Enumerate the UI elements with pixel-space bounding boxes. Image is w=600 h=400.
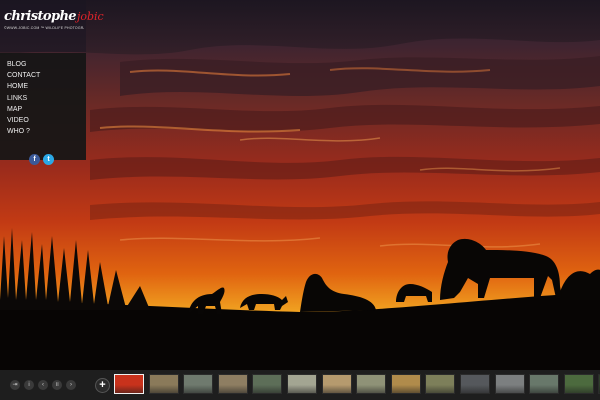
- bottom-bar: ⇥ i ‹ ॥ › +: [0, 370, 600, 400]
- social-links: ft: [29, 154, 57, 168]
- main-menu: BLOG CONTACT HOME LINKS MAP VIDEO WHO ?: [0, 53, 86, 160]
- menu-item-contact[interactable]: CONTACT: [0, 70, 86, 81]
- thumbnail[interactable]: [114, 374, 144, 394]
- twitter-icon[interactable]: t: [43, 154, 54, 165]
- thumbnail[interactable]: [217, 374, 248, 394]
- thumbnail-strip: [114, 374, 600, 396]
- thumbnail[interactable]: [183, 374, 214, 394]
- thumbnail[interactable]: [252, 374, 283, 394]
- menu-item-who[interactable]: WHO ?: [0, 126, 86, 137]
- thumbnail[interactable]: [460, 374, 490, 394]
- main-photo[interactable]: [0, 0, 600, 370]
- thumbnail[interactable]: [425, 374, 456, 394]
- thumbnail[interactable]: [148, 374, 179, 394]
- facebook-icon[interactable]: f: [29, 154, 40, 165]
- plus-icon[interactable]: +: [95, 378, 110, 393]
- menu-item-video[interactable]: VIDEO: [0, 115, 86, 126]
- logo-tagline: ©WWW.JOBIC.COM ™ WILDLIFE PHOTOGRAPHY: [4, 26, 84, 30]
- site-logo[interactable]: christophejobic ©WWW.JOBIC.COM ™ WILDLIF…: [0, 0, 104, 52]
- thumbnail[interactable]: [563, 374, 594, 394]
- logo-name: christophejobic: [4, 9, 104, 24]
- slideshow-controls: ⇥ i ‹ ॥ ›: [0, 370, 86, 400]
- thumbnail[interactable]: [356, 374, 387, 394]
- sidebar: christophejobic ©WWW.JOBIC.COM ™ WILDLIF…: [0, 0, 104, 370]
- menu-item-links[interactable]: LINKS: [0, 93, 86, 104]
- thumbnail[interactable]: [494, 374, 525, 394]
- previous-icon[interactable]: ‹: [38, 380, 48, 390]
- next-icon[interactable]: ›: [66, 380, 76, 390]
- info-icon[interactable]: i: [24, 380, 34, 390]
- menu-item-home[interactable]: HOME: [0, 81, 86, 92]
- menu-item-map[interactable]: MAP: [0, 104, 86, 115]
- thumbnail[interactable]: [321, 374, 352, 394]
- thumbnail[interactable]: [390, 374, 421, 394]
- menu-item-blog[interactable]: BLOG: [0, 59, 86, 70]
- logo-name-accent: jobic: [76, 10, 104, 23]
- pause-icon[interactable]: ॥: [52, 380, 62, 390]
- fullscreen-icon[interactable]: ⇥: [10, 380, 20, 390]
- thumbnail[interactable]: [287, 374, 317, 394]
- thumbnail[interactable]: [529, 374, 560, 394]
